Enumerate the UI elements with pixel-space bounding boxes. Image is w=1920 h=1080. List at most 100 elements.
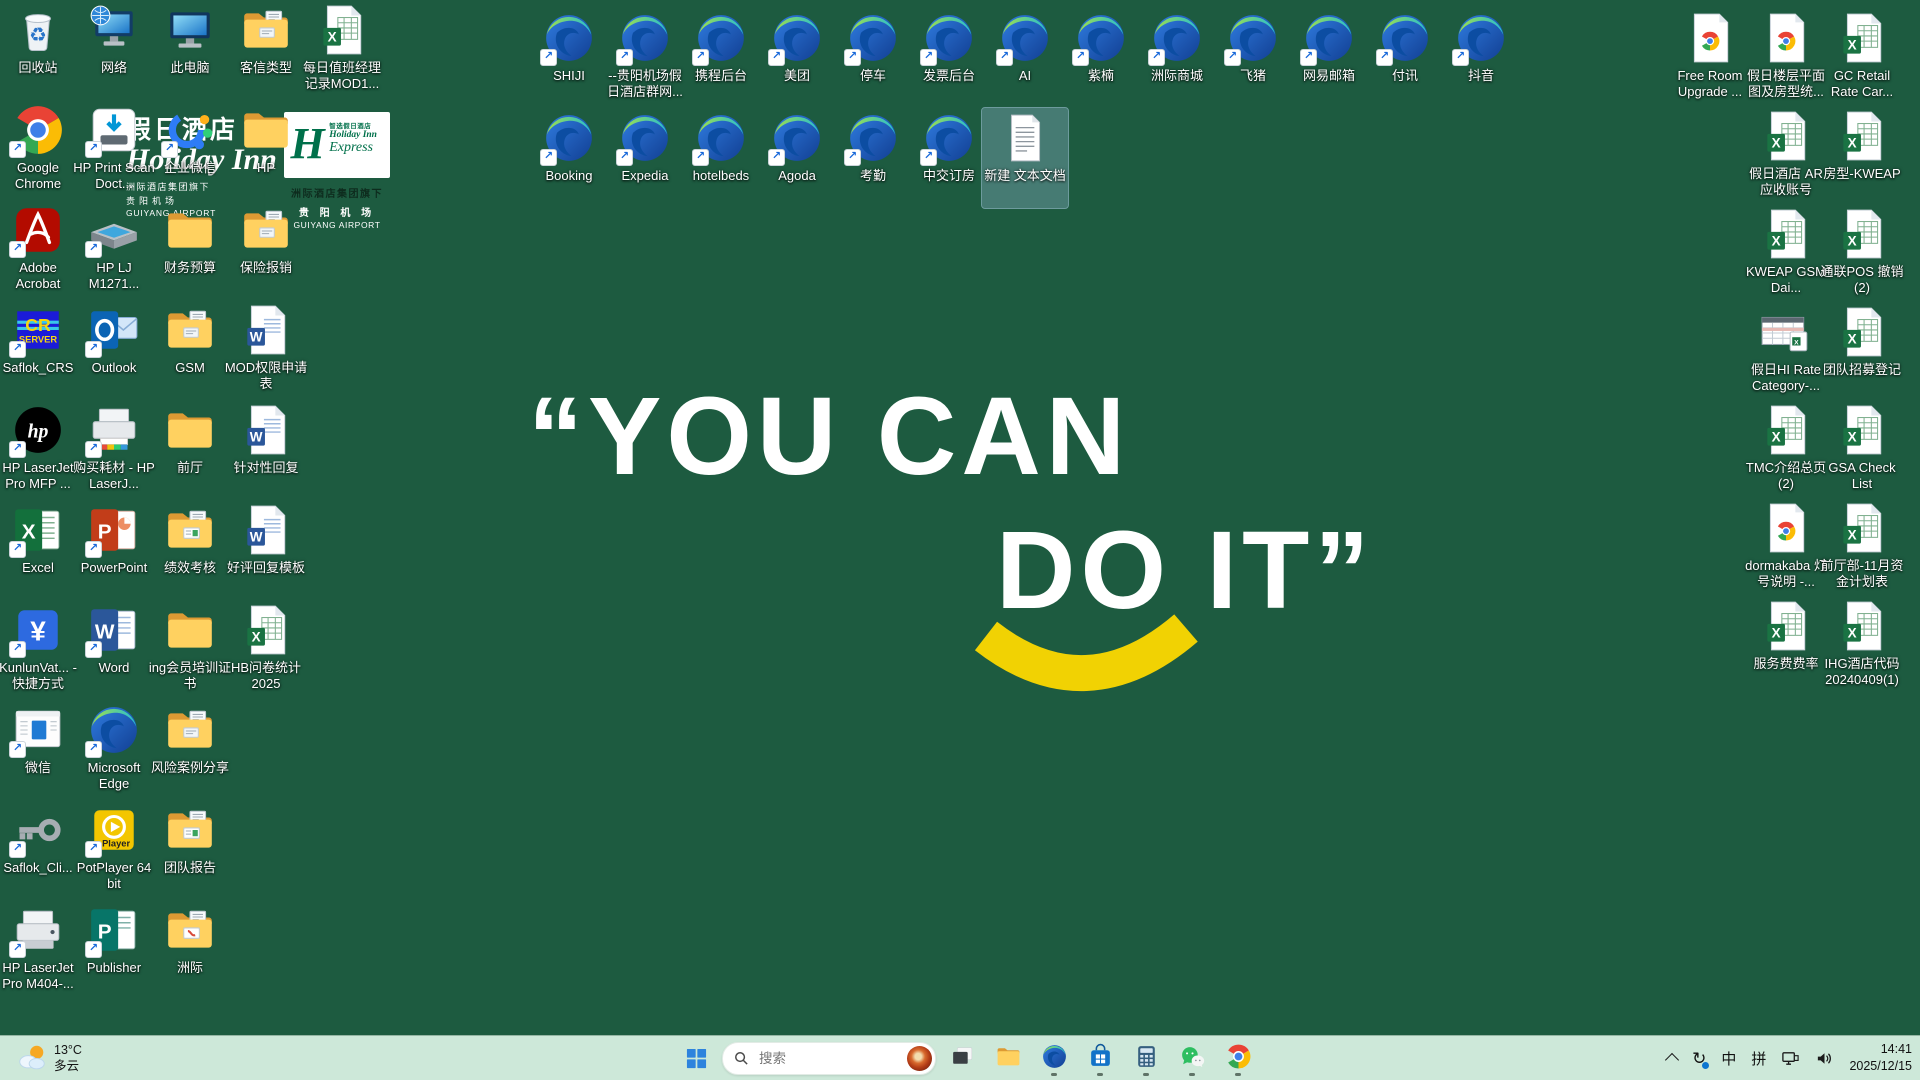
desktop-icon[interactable]: ¥↗KunlunVat... - 快捷方式 <box>0 600 82 700</box>
desktop-icon[interactable]: ↗Agoda <box>768 108 826 208</box>
desktop-icon[interactable]: ↗付讯 <box>1376 8 1434 108</box>
desktop-icon[interactable]: dormakaba 灯号说明 -... <box>1742 498 1830 596</box>
desktop-icon[interactable]: P↗PowerPoint <box>79 500 149 600</box>
desktop-icon[interactable]: ↗HP LJ M1271... <box>70 200 158 300</box>
shortcut-arrow-icon: ↗ <box>85 341 102 358</box>
search-highlight-image[interactable] <box>907 1046 932 1071</box>
desktop-icon[interactable]: X每日值班经理记录MOD1... <box>298 0 386 100</box>
desktop-icon[interactable]: ↗洲际商城 <box>1148 8 1206 108</box>
desktop-icon[interactable]: ↗微信 <box>9 700 67 800</box>
taskbar-microsoft-store-button[interactable] <box>1080 1039 1120 1077</box>
desktop-icon[interactable]: X假日酒店 AR 应收账号 <box>1742 106 1830 204</box>
taskbar-weather-widget[interactable]: 13°C 多云 <box>10 1039 88 1077</box>
desktop-icon[interactable]: ↗发票后台 <box>920 8 978 108</box>
desktop-icon[interactable]: 绩效考核 <box>161 500 219 600</box>
desktop-icon[interactable]: XIHG酒店代码 20240409(1) <box>1818 596 1906 694</box>
desktop-icon-label: hotelbeds <box>693 168 749 184</box>
desktop-icon[interactable]: ↗考勤 <box>844 108 902 208</box>
desktop-icon[interactable]: X通联POS 撤销(2) <box>1818 204 1906 302</box>
desktop-icon[interactable]: X房型-KWEAP <box>1821 106 1902 204</box>
desktop-icon[interactable]: XKWEAP GSM Dai... <box>1742 204 1830 302</box>
desktop-icon-label: Expedia <box>622 168 669 184</box>
taskbar-file-explorer-button[interactable] <box>988 1039 1028 1077</box>
desktop-icon-label: HP LJ M1271... <box>72 260 156 292</box>
desktop-icon[interactable]: ↗Microsoft Edge <box>70 700 158 800</box>
desktop-icon[interactable]: ↗飞猪 <box>1224 8 1282 108</box>
taskbar-calculator-button[interactable] <box>1126 1039 1166 1077</box>
shortcut-arrow-icon: ↗ <box>1452 49 1469 66</box>
taskbar-wechat-button[interactable] <box>1172 1039 1212 1077</box>
desktop-icon[interactable]: 此电脑 <box>161 0 219 100</box>
desktop-icon[interactable]: ↗AI <box>996 8 1054 108</box>
desktop-icon[interactable]: WMOD权限申请表 <box>222 300 310 400</box>
desktop-icon[interactable]: ↗Outlook <box>85 300 143 400</box>
desktop-icon[interactable]: 洲际 <box>161 900 219 1000</box>
taskbar-edge-button[interactable] <box>1034 1039 1074 1077</box>
desktop-icon[interactable]: ↗Expedia <box>616 108 674 208</box>
desktop-icon[interactable]: 网络 <box>85 0 143 100</box>
desktop-icon[interactable]: X团队招募登记 <box>1821 302 1903 400</box>
desktop-icon[interactable]: X服务费费率 <box>1751 596 1820 694</box>
volume-tray-icon[interactable] <box>1815 1049 1834 1068</box>
desktop-icon[interactable]: ↗携程后台 <box>692 8 750 108</box>
desktop-icon[interactable]: Player↗PotPlayer 64 bit <box>70 800 158 900</box>
edge-icon: ↗ <box>618 11 672 65</box>
desktop-icon[interactable]: X前厅部-11月资金计划表 <box>1818 498 1906 596</box>
update-sync-tray-icon[interactable]: ↻ <box>1692 1050 1706 1067</box>
desktop-icon[interactable]: ↗SHIJI <box>540 8 598 108</box>
taskbar-task-view-button[interactable] <box>942 1039 982 1077</box>
desktop-icon[interactable]: 新建 文本文档 <box>982 108 1068 208</box>
desktop-icon-label: 回收站 <box>18 60 57 76</box>
desktop-icon[interactable]: 假日楼层平面图及房型统... <box>1742 8 1830 106</box>
desktop-icon[interactable]: XTMC介绍总页(2) <box>1742 400 1830 498</box>
desktop-icon[interactable]: HP <box>237 100 295 200</box>
desktop-icon[interactable]: ↗HP LaserJet Pro M404-... <box>0 900 82 1000</box>
desktop-icon[interactable]: 财务预算 <box>161 200 219 300</box>
desktop-icon[interactable]: W↗Word <box>85 600 143 700</box>
search-input[interactable] <box>757 1050 899 1067</box>
desktop-icon[interactable]: 客信类型 <box>237 0 295 100</box>
taskbar-clock[interactable]: 14:41 2025/12/15 <box>1849 1041 1912 1075</box>
desktop-icon[interactable]: 保险报销 <box>237 200 295 300</box>
desktop-icon[interactable]: ↗hotelbeds <box>691 108 751 208</box>
desktop-icon[interactable]: 风险案例分享 <box>149 700 231 800</box>
desktop-icon[interactable]: W针对性回复 <box>231 400 300 500</box>
desktop-icon[interactable]: X假日HI Rate Category-... <box>1742 302 1830 400</box>
desktop-icon[interactable]: ♻回收站 <box>9 0 67 100</box>
taskbar-chrome-button[interactable] <box>1218 1039 1258 1077</box>
network-tray-icon[interactable] <box>1781 1049 1800 1068</box>
desktop-icon[interactable]: CRSERVER↗Saflok_CRS <box>1 300 76 400</box>
desktop-icon[interactable]: ing会员培训证书 <box>146 600 234 700</box>
desktop-icon[interactable]: ↗网易邮箱 <box>1300 8 1358 108</box>
desktop-icon[interactable]: P↗Publisher <box>85 900 143 1000</box>
desktop-icon[interactable]: GSM <box>161 300 219 400</box>
desktop-icon[interactable]: ↗Booking <box>540 108 598 208</box>
shortcut-arrow-icon: ↗ <box>9 341 26 358</box>
kunlun-icon: ¥↗ <box>11 603 65 657</box>
hidden-icons-chevron-icon[interactable] <box>1665 1053 1679 1067</box>
desktop-icon[interactable]: ↗中交订房 <box>920 108 978 208</box>
desktop-icon[interactable]: W好评回复模板 <box>225 500 307 600</box>
desktop-icon[interactable]: XGSA Check List <box>1818 400 1906 498</box>
ime-mode-indicator[interactable]: 拼 <box>1751 1048 1766 1069</box>
desktop-icon[interactable]: X↗Excel <box>9 500 67 600</box>
desktop-icon[interactable]: ↗--贵阳机场假日酒店群网... <box>601 8 689 108</box>
desktop-icon[interactable]: 团队报告 <box>161 800 219 900</box>
ime-language-indicator[interactable]: 中 <box>1721 1048 1736 1069</box>
desktop-icon[interactable]: ↗Saflok_Cli... <box>1 800 74 900</box>
desktop-icon[interactable]: ↗紫楠 <box>1072 8 1130 108</box>
desktop-icon[interactable]: XHB问卷统计2025 <box>222 600 310 700</box>
desktop-icon[interactable]: ↗HP Print Scan Doct... <box>70 100 158 200</box>
desktop-icon[interactable]: Free Room Upgrade ... <box>1666 8 1754 106</box>
desktop-icon[interactable]: ↗企业微信 <box>161 100 219 200</box>
desktop-icon[interactable]: ↗抖音 <box>1452 8 1510 108</box>
edge-icon: ↗ <box>1150 11 1204 65</box>
desktop-icon[interactable]: ↗美团 <box>768 8 826 108</box>
taskbar-search-box[interactable] <box>722 1042 936 1075</box>
desktop-icon[interactable]: ↗停车 <box>844 8 902 108</box>
desktop-icon[interactable]: 前厅 <box>161 400 219 500</box>
start-button[interactable] <box>676 1039 716 1077</box>
desktop-icon[interactable]: XGC Retail Rate Car... <box>1818 8 1906 106</box>
desktop-icon[interactable]: ↗购买耗材 - HP LaserJ... <box>70 400 158 500</box>
svg-text:X: X <box>1848 37 1857 52</box>
